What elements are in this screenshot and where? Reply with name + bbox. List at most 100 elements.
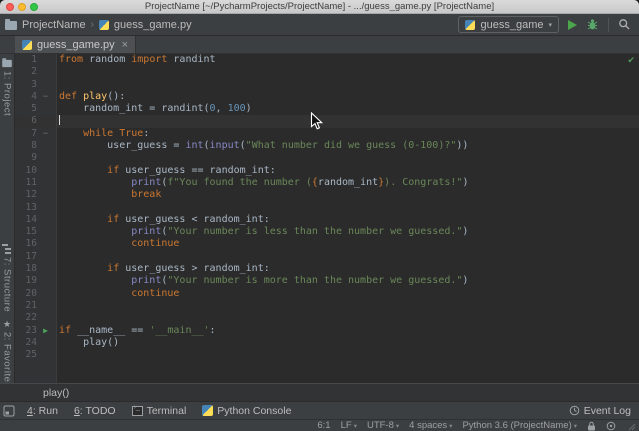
gutter-line: 6: [15, 115, 56, 128]
navbar-item-project[interactable]: ProjectName: [22, 19, 86, 31]
hector-inspector-icon: [606, 421, 616, 430]
tool-window-button-run[interactable]: 4: Run: [27, 405, 58, 417]
gutter-line: 8: [15, 140, 56, 152]
code-line-19[interactable]: print("Your number is more than the numb…: [57, 275, 639, 287]
readonly-toggle[interactable]: [587, 421, 596, 431]
code-line-13[interactable]: [57, 202, 639, 214]
run-configuration-select[interactable]: guess_game ▾: [458, 16, 559, 33]
fold-icon[interactable]: −: [37, 91, 54, 103]
code-line-18[interactable]: if user_guess > random_int:: [57, 263, 639, 275]
code-line-2[interactable]: [57, 66, 639, 78]
gutter-line: 10: [15, 165, 56, 177]
line-separator-widget[interactable]: LF ▾: [341, 420, 357, 431]
python-interpreter: Python 3.6 (ProjectName): [462, 420, 572, 431]
gutter-spacer: [37, 140, 54, 152]
code-line-17[interactable]: [57, 251, 639, 263]
close-window-button[interactable]: [6, 2, 14, 11]
run-button[interactable]: [568, 19, 577, 30]
line-number: 5: [31, 103, 37, 115]
indent-widget[interactable]: 4 spaces ▾: [409, 420, 452, 431]
code-line-16[interactable]: continue: [57, 238, 639, 250]
line-number: 6: [31, 115, 37, 127]
tool-window-button-terminal[interactable]: Terminal: [131, 404, 186, 417]
line-number: 16: [25, 238, 37, 250]
caret-position-widget[interactable]: 6:1: [317, 420, 330, 431]
code-line-3[interactable]: [57, 79, 639, 91]
search-everywhere-button[interactable]: [618, 18, 631, 31]
chevron-down-icon: ▾: [548, 21, 552, 29]
chevron-down-icon: ▾: [353, 422, 357, 430]
favorites-star-icon: ★: [2, 319, 12, 330]
code-line-10[interactable]: if user_guess == random_int:: [57, 165, 639, 177]
code-line-14[interactable]: if user_guess < random_int:: [57, 214, 639, 226]
tool-window-button-project[interactable]: 1: Project: [1, 57, 13, 116]
code-line-23[interactable]: if __name__ == '__main__':: [57, 325, 639, 337]
chevron-down-icon: ▾: [395, 422, 400, 430]
code-line-5[interactable]: random_int = randint(0, 100): [57, 103, 639, 115]
line-number: 9: [31, 152, 37, 164]
python-icon: [465, 19, 476, 30]
gutter-line: 17: [15, 251, 56, 263]
gutter-line: 23 ▶: [15, 325, 56, 337]
navbar-item-file[interactable]: guess_game.py: [114, 19, 192, 31]
python-file-icon: [22, 39, 32, 50]
code-line-25[interactable]: [57, 349, 639, 361]
tool-window-label: : TODO: [79, 404, 116, 417]
code-line-15[interactable]: print("Your number is less than the numb…: [57, 226, 639, 238]
code-line-21[interactable]: [57, 300, 639, 312]
line-number: 18: [25, 263, 37, 275]
indent-style: 4 spaces: [409, 420, 448, 431]
tool-window-button-pythonconsole[interactable]: Python Console: [202, 405, 291, 417]
gutter-spacer: [37, 79, 54, 91]
close-tab-icon[interactable]: ×: [122, 39, 128, 50]
gutter: 1 2 3 4−5 6 7−8 9 10 11 12 13 14 15 16 17 18 19 20 21 22 23 ▶…: [15, 54, 57, 383]
code-line-8[interactable]: user_guess = int(input("What number did …: [57, 140, 639, 152]
breadcrumb-item[interactable]: play(): [43, 387, 69, 399]
tool-window-button-favorites[interactable]: ★ 2: Favorites: [2, 320, 13, 388]
code-line-6[interactable]: [57, 115, 639, 128]
code-line-20[interactable]: continue: [57, 288, 639, 300]
interpreter-widget[interactable]: Python 3.6 (ProjectName) ▾: [462, 420, 577, 431]
navbar-breadcrumb: ProjectName › guess_game.py: [5, 19, 192, 31]
gutter-line: 9: [15, 152, 56, 164]
minimize-window-button[interactable]: [18, 2, 26, 11]
gutter-line: 16: [15, 238, 56, 250]
line-separator: LF: [340, 420, 352, 431]
code-line-4[interactable]: def play():: [57, 91, 639, 103]
debug-button[interactable]: [586, 18, 599, 31]
zoom-window-button[interactable]: [30, 2, 38, 11]
tool-window-quick-access-button[interactable]: [3, 405, 15, 417]
tab-guess-game-py[interactable]: guess_game.py ×: [15, 36, 137, 53]
run-gutter-icon[interactable]: ▶: [37, 325, 54, 337]
code-line-12[interactable]: break: [57, 189, 639, 201]
code-area[interactable]: from random import randint def play(): ra…: [57, 54, 639, 383]
highlighting-level-button[interactable]: [606, 421, 616, 431]
fold-icon[interactable]: −: [37, 128, 54, 140]
code-line-11[interactable]: print(f"You found the number ({random_in…: [57, 177, 639, 189]
code-line-24[interactable]: play(): [57, 337, 639, 349]
line-number: 21: [25, 299, 37, 311]
line-number: 15: [25, 226, 37, 238]
toolbar-separator: [608, 17, 609, 32]
event-log-button[interactable]: Event Log: [569, 405, 631, 417]
line-number: 19: [25, 275, 37, 287]
gutter-line: 20: [15, 288, 56, 300]
tool-window-button-todo[interactable]: 6: TODO: [74, 405, 116, 417]
line-number: 2: [31, 66, 37, 78]
gutter-spacer: [37, 115, 54, 127]
main-area: 1: Project 7: Structure ★ 2: Favorites 1…: [0, 54, 639, 388]
gutter-line: 5: [15, 103, 56, 115]
tool-window-button-structure[interactable]: 7: Structure: [2, 244, 13, 312]
editor[interactable]: 1 2 3 4−5 6 7−8 9 10 11 12 13 14 15 16 17 18 19 20 21 22 23 ▶…: [15, 54, 639, 383]
code-line-22[interactable]: [57, 312, 639, 324]
gutter-line: 15: [15, 226, 56, 238]
gutter-line: 14: [15, 214, 56, 226]
encoding-widget[interactable]: UTF-8 ▾: [367, 420, 399, 431]
code-line-1[interactable]: from random import randint: [57, 54, 639, 66]
code-line-9[interactable]: [57, 152, 639, 164]
resize-grip[interactable]: [626, 421, 636, 431]
tool-buttons: 4: Run 6: TODO Terminal Python Console: [27, 404, 569, 417]
titlebar[interactable]: ProjectName [~/PycharmProjects/ProjectNa…: [0, 0, 639, 14]
code-line-7[interactable]: while True:: [57, 128, 639, 140]
gutter-spacer: [37, 312, 54, 324]
